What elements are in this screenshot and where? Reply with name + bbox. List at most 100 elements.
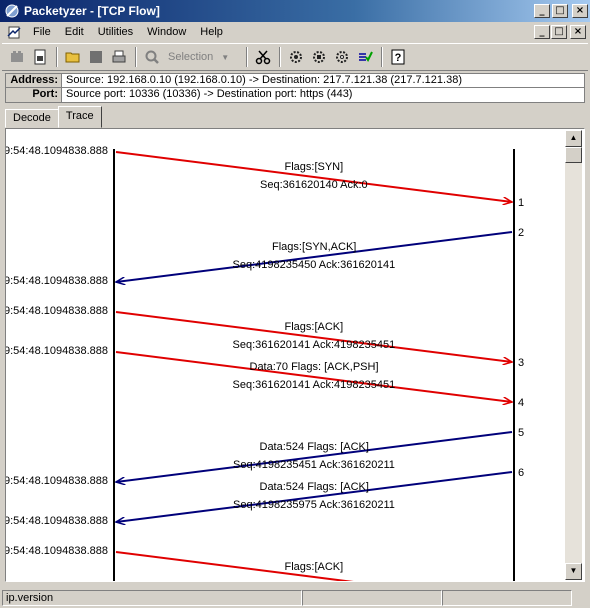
connection-info-panel: Address: Source: 192.168.0.10 (192.168.0… xyxy=(5,73,585,103)
packet-seq-ack-label: Seq:4198235451 Ack:361620211 xyxy=(233,459,395,471)
scissors-icon xyxy=(255,50,271,65)
filter-button-2[interactable] xyxy=(308,46,330,68)
port-value: Source port: 10336 (10336) -> Destinatio… xyxy=(66,88,353,100)
status-pane-3 xyxy=(442,590,572,606)
packet-number: 5 xyxy=(518,427,525,439)
tcp-flow-trace-view[interactable]: Flags:[SYN] Seq:361620140 Ack:0 1 Flags:[SY… xyxy=(5,128,585,582)
address-row: Address: Source: 192.168.0.10 (192.168.0… xyxy=(6,74,584,88)
packet-flags-label: Data:524 Flags: [ACK] xyxy=(259,481,369,493)
packet-timestamp: 9:54:48.1094838.888 xyxy=(5,345,108,357)
capture-button[interactable] xyxy=(6,46,28,68)
packet-seq-ack-label: Seq:361620141 Ack:4198235451 xyxy=(232,339,396,351)
checklist-icon xyxy=(359,51,373,62)
toolbar-separator xyxy=(246,47,248,67)
port-label: Port: xyxy=(6,88,62,102)
packet-timestamp: 9:54:48.1094838.888 xyxy=(5,515,108,527)
maximize-button[interactable]: □ xyxy=(552,4,568,18)
minimize-button[interactable]: _ xyxy=(534,4,550,18)
packetyzer-app-icon[interactable] xyxy=(4,3,20,19)
packet-timestamp: 9:54:48.1094838.888 xyxy=(5,145,108,157)
vertical-scrollbar[interactable]: ▲ ▼ xyxy=(565,130,582,580)
packet-arrow-2 xyxy=(116,231,513,282)
packet-flags-label: Flags:[ACK] xyxy=(284,561,344,573)
capture-icon xyxy=(11,51,23,62)
packet-number: 6 xyxy=(518,467,525,479)
packet-arrow-5 xyxy=(116,431,513,482)
printer-icon xyxy=(112,50,126,63)
menu-window[interactable]: Window xyxy=(140,26,193,38)
menu-bar: File Edit Utilities Window Help _ □ × xyxy=(0,22,590,42)
status-pane-2 xyxy=(302,590,442,606)
view-tabs: Decode Trace xyxy=(5,106,102,128)
tab-trace[interactable]: Trace xyxy=(57,106,102,128)
selection-dropdown[interactable]: Selection ▼ xyxy=(164,51,242,63)
packet-number: 3 xyxy=(518,357,525,369)
help-button[interactable]: ? xyxy=(387,46,409,68)
print-button[interactable] xyxy=(108,46,130,68)
gear-icon xyxy=(313,51,325,63)
checklist-button[interactable] xyxy=(354,46,376,68)
packet-arrow-1 xyxy=(115,151,512,202)
menu-utilities[interactable]: Utilities xyxy=(91,26,140,38)
selection-label: Selection xyxy=(168,51,214,63)
packet-timestamp: 9:54:48.1094838.888 xyxy=(5,275,108,287)
packet-number: 1 xyxy=(518,197,525,209)
packet-arrow-3 xyxy=(115,311,512,362)
packet-number: 4 xyxy=(518,397,525,409)
document-save-icon xyxy=(34,49,46,65)
packet-seq-ack-label: Seq:361620141 Ack:4198235451 xyxy=(232,379,396,391)
packet-seq-ack-label: Seq:4198235975 Ack:361620211 xyxy=(233,499,395,511)
status-field: ip.version xyxy=(2,590,302,606)
packet-seq-ack-label: Seq:4198235450 Ack:361620141 xyxy=(232,259,396,271)
find-button[interactable] xyxy=(141,46,163,68)
packet-flags-label: Data:524 Flags: [ACK] xyxy=(259,441,369,453)
cut-button[interactable] xyxy=(252,46,274,68)
filter-button-3[interactable] xyxy=(331,46,353,68)
toolbar: Selection ▼ ? xyxy=(2,43,588,71)
gear-settings-icon xyxy=(336,51,348,63)
child-close-button[interactable]: × xyxy=(570,25,586,39)
scroll-up-button[interactable]: ▲ xyxy=(565,130,582,147)
address-label: Address: xyxy=(6,74,62,87)
packet-arrow-6 xyxy=(116,471,513,522)
svg-text:?: ? xyxy=(395,52,402,64)
stop-icon xyxy=(90,51,102,63)
scroll-down-button[interactable]: ▼ xyxy=(565,563,582,580)
magnifier-icon xyxy=(145,50,159,64)
stop-button[interactable] xyxy=(85,46,107,68)
menu-edit[interactable]: Edit xyxy=(58,26,91,38)
save-capture-button[interactable] xyxy=(29,46,51,68)
packet-flags-label: Flags:[ACK] xyxy=(284,321,344,333)
toolbar-separator xyxy=(56,47,58,67)
child-restore-button[interactable]: □ xyxy=(551,25,567,39)
window-title: Packetyzer - [TCP Flow] xyxy=(24,4,160,18)
child-minimize-button[interactable]: _ xyxy=(534,25,550,39)
packet-timestamp: 9:54:48.1094838.888 xyxy=(5,475,108,487)
gear-filter-icon xyxy=(290,51,302,63)
packet-flags-label: Flags:[SYN] xyxy=(284,161,344,173)
title-bar: Packetyzer - [TCP Flow] _ □ × xyxy=(0,0,590,22)
toolbar-separator xyxy=(381,47,383,67)
open-button[interactable] xyxy=(62,46,84,68)
tab-decode[interactable]: Decode xyxy=(5,109,59,128)
address-value: Source: 192.168.0.10 (192.168.0.10) -> D… xyxy=(66,74,462,86)
port-row: Port: Source port: 10336 (10336) -> Dest… xyxy=(6,88,584,102)
close-button[interactable]: × xyxy=(572,4,588,18)
packet-seq-ack-label: Seq:361620140 Ack:0 xyxy=(260,179,368,191)
packet-timestamp: 9:54:48.1094838.888 xyxy=(5,545,108,557)
status-bar: ip.version xyxy=(0,588,590,608)
packet-arrow-4 xyxy=(115,351,512,402)
packet-flags-label: Data:70 Flags: [ACK,PSH] xyxy=(249,361,379,373)
menu-file[interactable]: File xyxy=(26,26,58,38)
toolbar-separator xyxy=(135,47,137,67)
toolbar-separator xyxy=(279,47,281,67)
folder-open-icon xyxy=(65,52,80,63)
scroll-thumb[interactable] xyxy=(565,147,582,163)
menu-help[interactable]: Help xyxy=(193,26,230,38)
filter-button-1[interactable] xyxy=(285,46,307,68)
packet-flags-label: Flags:[SYN,ACK] xyxy=(272,241,357,253)
help-icon: ? xyxy=(391,49,405,65)
chevron-down-icon: ▼ xyxy=(221,52,230,62)
document-icon[interactable] xyxy=(6,24,22,40)
packet-number: 2 xyxy=(518,227,525,239)
